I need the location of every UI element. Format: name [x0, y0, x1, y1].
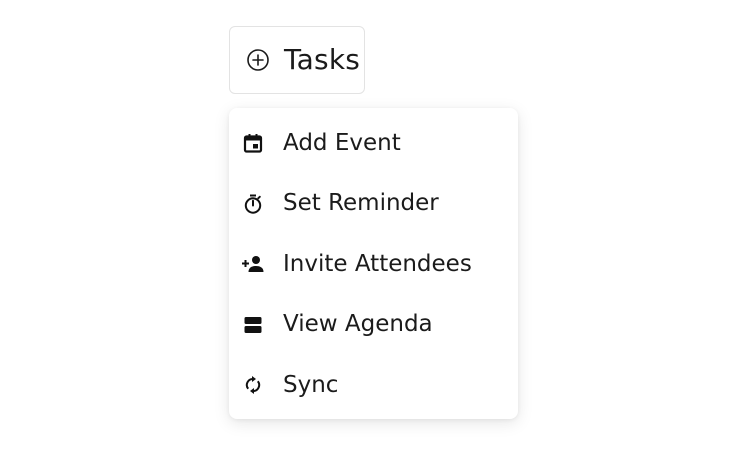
menu-item-label: Invite Attendees [283, 250, 472, 277]
menu-item-add-event[interactable]: Add Event [229, 113, 518, 174]
sync-icon [242, 374, 264, 396]
menu-item-view-agenda[interactable]: View Agenda [229, 295, 518, 356]
person-add-icon [242, 253, 264, 275]
stage: Tasks Add Event Set Reminder Invite Atte… [0, 0, 750, 469]
menu-item-invite-attendees[interactable]: Invite Attendees [229, 234, 518, 295]
view-agenda-icon [242, 314, 264, 336]
add-circle-icon [246, 48, 270, 72]
menu-item-set-reminder[interactable]: Set Reminder [229, 174, 518, 235]
tasks-button[interactable]: Tasks [229, 26, 365, 94]
menu-item-label: Set Reminder [283, 190, 439, 217]
menu-item-label: Sync [283, 371, 339, 398]
timer-icon [242, 193, 264, 215]
tasks-button-label: Tasks [284, 43, 361, 76]
menu-item-label: Add Event [283, 129, 401, 156]
menu-item-label: View Agenda [283, 311, 433, 338]
menu-item-sync[interactable]: Sync [229, 355, 518, 416]
tasks-dropdown-menu: Add Event Set Reminder Invite Attendees … [229, 108, 518, 419]
calendar-event-icon [242, 132, 264, 154]
